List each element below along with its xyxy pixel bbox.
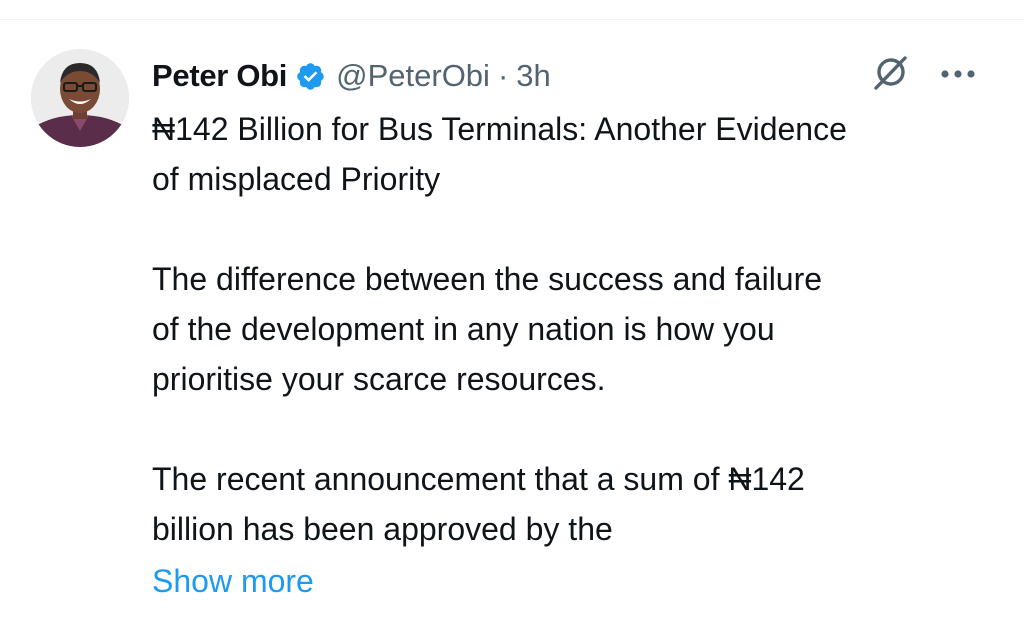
text-line: of misplaced Priority [152, 161, 441, 197]
paragraph-body-2: The recent announcement that a sum of ₦1… [152, 454, 1002, 554]
tweet[interactable]: Peter Obi @PeterObi · 3h ₦142 Billion fo… [0, 0, 1024, 607]
text-line: of the development in any nation is how … [152, 311, 775, 347]
text-line: billion has been approved by the [152, 511, 613, 547]
paragraph-body-1: The difference between the success and f… [152, 254, 1002, 404]
text-line: The difference between the success and f… [152, 261, 823, 297]
author-name[interactable]: Peter Obi [152, 58, 287, 94]
timestamp[interactable]: 3h [516, 58, 550, 94]
text-line: The recent announcement that a sum of ₦1… [152, 461, 805, 497]
verified-badge-icon[interactable] [295, 61, 326, 92]
more-horizontal-icon [940, 66, 976, 84]
tweet-header: Peter Obi @PeterObi · 3h [152, 56, 984, 96]
show-more-link[interactable]: Show more [152, 556, 314, 606]
text-line: prioritise your scarce resources. [152, 361, 606, 397]
tweet-text: ₦142 Billion for Bus Terminals: Another … [152, 104, 1002, 554]
author-handle[interactable]: @PeterObi [336, 58, 490, 94]
text-line: ₦142 Billion for Bus Terminals: Another … [152, 111, 847, 147]
more-options-button[interactable] [936, 58, 980, 92]
avatar[interactable] [31, 49, 129, 147]
grok-button[interactable] [868, 53, 912, 97]
separator-dot: · [497, 58, 509, 93]
paragraph-title: ₦142 Billion for Bus Terminals: Another … [152, 104, 1002, 204]
grok-icon [870, 53, 910, 98]
